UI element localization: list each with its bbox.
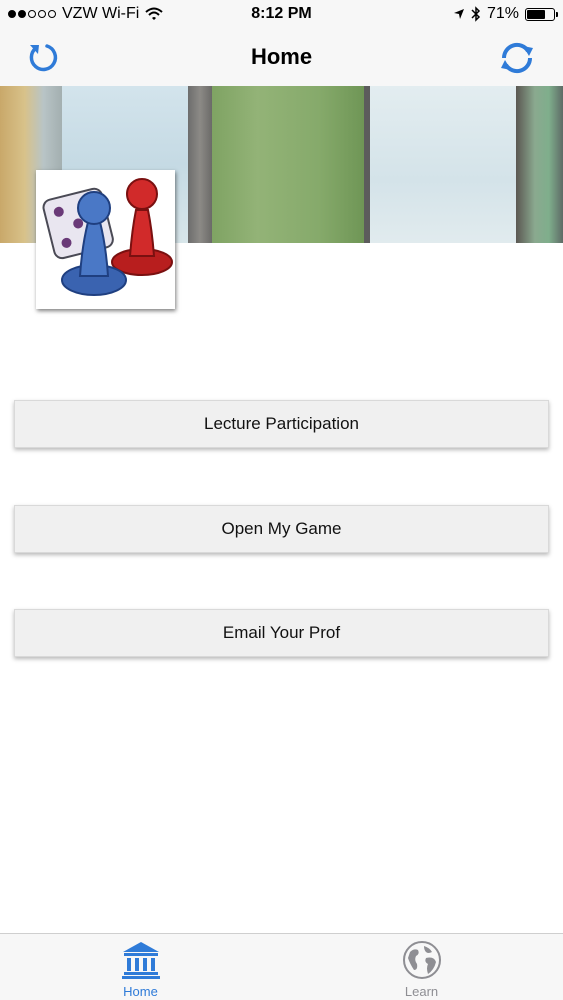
tab-bar: Home Learn xyxy=(0,933,563,1000)
bank-icon xyxy=(121,942,160,979)
sync-icon xyxy=(501,42,533,74)
sync-button[interactable] xyxy=(497,38,537,78)
tab-home[interactable]: Home xyxy=(0,934,281,1000)
board-game-pieces-icon xyxy=(42,178,173,296)
status-bar: VZW Wi-Fi 8:12 PM 71% xyxy=(0,0,563,30)
page-title: Home xyxy=(250,44,313,69)
tab-learn[interactable]: Learn xyxy=(281,934,562,1000)
battery-icon xyxy=(525,7,558,21)
screen: VZW Wi-Fi 8:12 PM 71% Home Lecture Parti… xyxy=(0,0,563,1000)
location-arrow-icon xyxy=(453,9,464,19)
status-right: 71% xyxy=(453,5,558,23)
battery-percent: 71% xyxy=(486,5,519,22)
navigation-bar: Home xyxy=(0,30,563,86)
bluetooth-icon xyxy=(471,6,481,22)
tab-learn-label: Learn xyxy=(404,984,439,999)
globe-icon xyxy=(402,941,441,979)
email-your-prof-button[interactable]: Email Your Prof xyxy=(14,609,549,657)
app-logo xyxy=(36,170,175,309)
lecture-participation-button[interactable]: Lecture Participation xyxy=(14,400,549,448)
open-my-game-button[interactable]: Open My Game xyxy=(14,505,549,553)
tab-home-label: Home xyxy=(123,984,158,999)
